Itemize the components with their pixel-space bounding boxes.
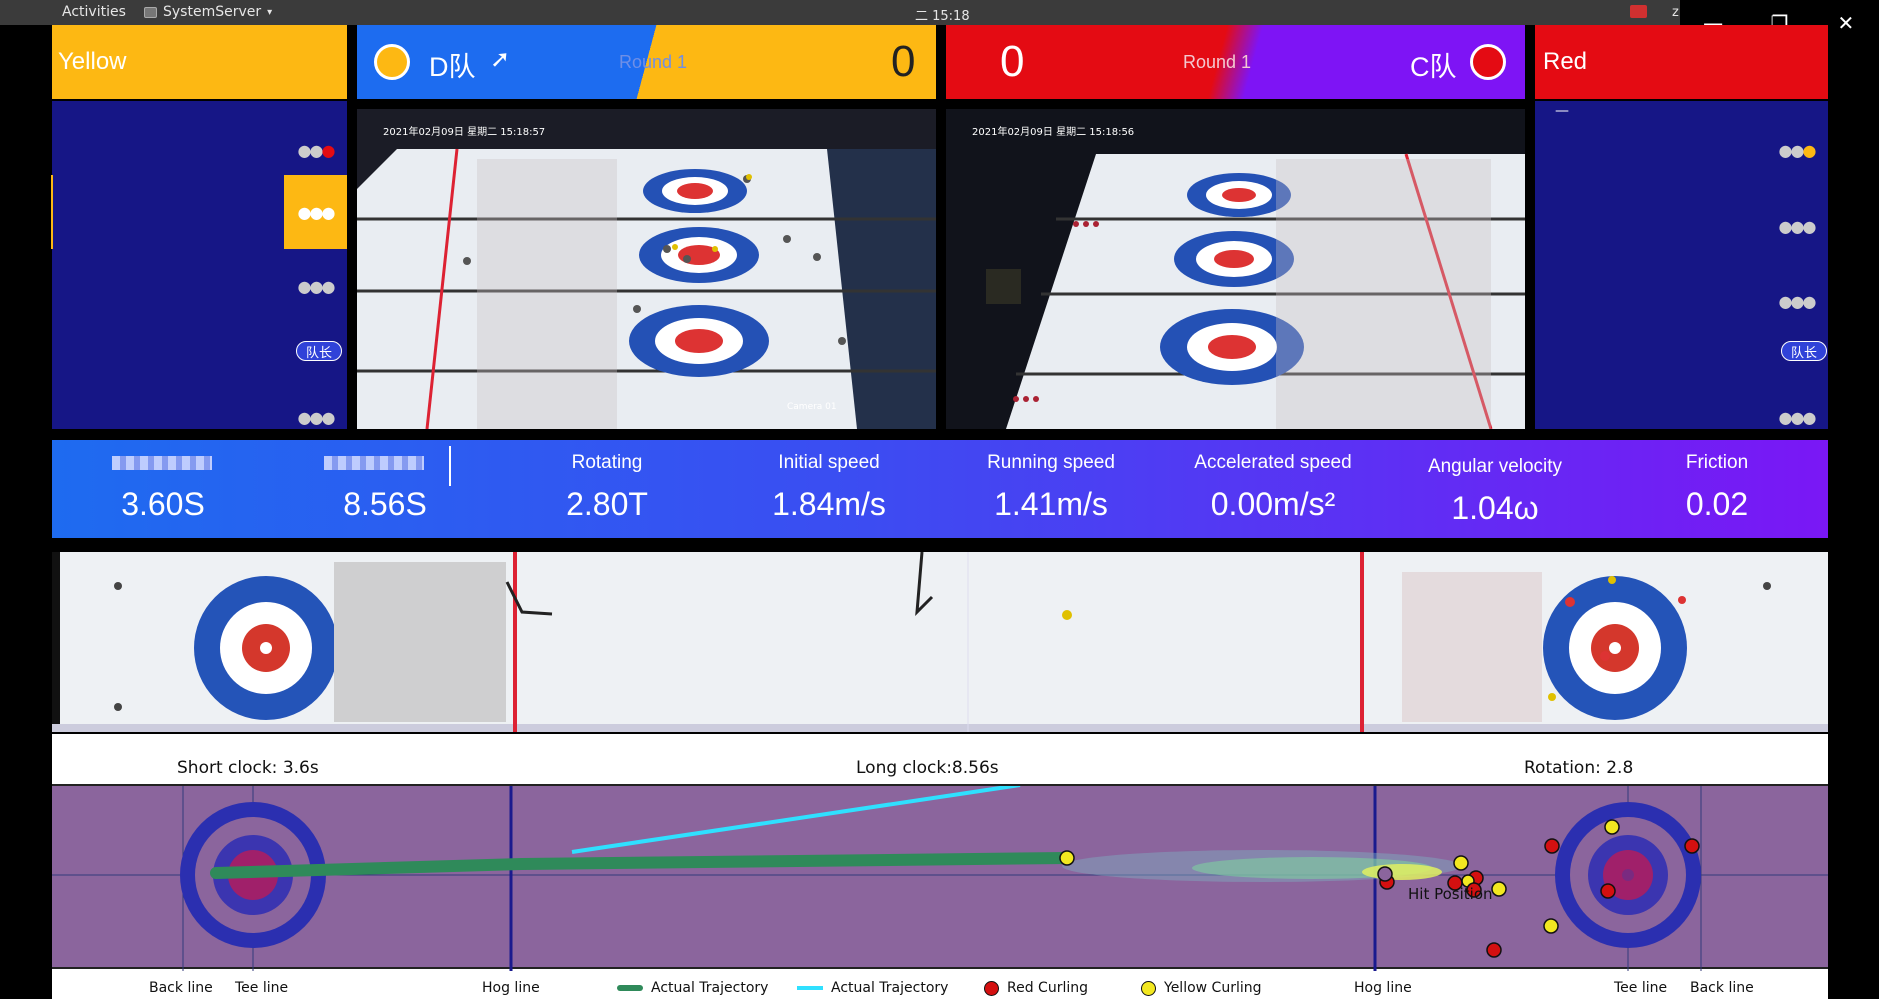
team-d-score: 0 — [891, 37, 916, 86]
red-stone-icon — [984, 980, 999, 996]
app-menu[interactable]: SystemServer ▾ — [144, 4, 272, 20]
actual-trajectory-green — [210, 852, 1073, 879]
long-clock-label: Long clock:8.56s — [856, 758, 999, 778]
system-top-bar: Activities SystemServer ▾ 二 15:18 z — [0, 0, 1879, 25]
stat-label: Rotating — [571, 452, 643, 473]
player-slot-4[interactable]: ●●● — [284, 337, 347, 437]
camera-view-2[interactable]: 2021年02月09日 星期二 15:18:56 — [946, 109, 1525, 429]
player-slot-3[interactable]: ●●● — [284, 249, 347, 323]
hog-line-right-label: Hog line — [1354, 980, 1412, 996]
house-1 — [1187, 173, 1291, 217]
shot-stats-bar: 3.60S 8.56S Rotating 2.80T Initial speed… — [52, 440, 1828, 538]
yellow-stone-icon — [374, 44, 410, 80]
legend-red: Red Curling — [984, 980, 1088, 996]
stat-value: 3.60S — [121, 486, 205, 522]
stat-value: 2.80T — [566, 486, 648, 522]
camera-1-image: Camera 01 — [357, 109, 936, 429]
hammer-icon: ➚ — [490, 46, 511, 73]
stat-value: 1.84m/s — [772, 486, 886, 522]
back-line-right-label: Back line — [1690, 980, 1754, 996]
player-slot-3[interactable]: ●●● — [1765, 264, 1828, 338]
legend-green-label: Actual Trajectory — [651, 980, 769, 996]
red-label: Red — [1543, 48, 1588, 75]
player-slot-2[interactable]: ●●● — [1765, 189, 1828, 263]
sheet-svg: Hit Position — [52, 783, 1828, 971]
activities-button[interactable]: Activities — [62, 4, 126, 20]
tray-text: z — [1672, 5, 1679, 20]
app-name: SystemServer — [163, 4, 262, 20]
house-right — [1543, 576, 1687, 720]
stat-value: 0.02 — [1685, 486, 1749, 522]
stat-label: Angular velocity — [1427, 456, 1563, 477]
player-marker: — — [1555, 103, 1569, 119]
red-stone-icon — [1470, 44, 1506, 80]
camera-1-caption: Camera 01 — [787, 402, 837, 412]
legend-cyan-label: Actual Trajectory — [831, 980, 949, 996]
yellow-label: Yellow — [58, 48, 127, 75]
panorama-image — [52, 552, 1828, 732]
camera-2-timestamp: 2021年02月09日 星期二 15:18:56 — [972, 127, 1135, 138]
stat-value: 8.56S — [343, 486, 427, 522]
blurred-label — [324, 456, 424, 470]
player-slot-2[interactable]: ●●● — [284, 175, 347, 249]
camera-2-image — [946, 109, 1525, 429]
house-right — [1555, 802, 1701, 948]
yellow-stone-icon — [1141, 980, 1156, 996]
team-d-name: D队 — [429, 52, 476, 82]
camera-view-1[interactable]: Camera 01 2021年02月09日 星期二 15:18:57 — [357, 109, 936, 429]
house-3 — [629, 305, 769, 377]
active-indicator — [51, 175, 53, 249]
app-window: Activities SystemServer ▾ 二 15:18 z — ❐ … — [0, 0, 1879, 999]
red-side-header: Red — [1535, 25, 1828, 99]
legend-red-label: Red Curling — [1007, 980, 1088, 996]
stat-label: Friction — [1685, 452, 1749, 473]
prediction-heatmap — [1062, 850, 1462, 882]
trajectory-plot: Short clock: 3.6s Long clock:8.56s Rotat… — [52, 734, 1828, 999]
team-c-round: Round 1 — [1183, 52, 1252, 72]
tee-line-left-label: Tee line — [235, 980, 289, 996]
camera-1-timestamp: 2021年02月09日 星期二 15:18:57 — [383, 127, 546, 138]
legend-cyan: Actual Trajectory — [797, 980, 948, 996]
house-left — [194, 576, 338, 720]
app-icon — [144, 6, 157, 18]
rotation-label: Rotation: 2.8 — [1524, 758, 1634, 778]
team-c-scoreboard: 0 Round 1 C队 — [946, 25, 1525, 99]
stat-label: Accelerated speed — [1194, 452, 1352, 473]
team-d-round: Round 1 — [619, 52, 688, 72]
stat-value: 1.41m/s — [994, 486, 1108, 522]
cyan-line-icon — [797, 986, 823, 990]
system-clock[interactable]: 二 15:18 — [915, 5, 970, 24]
green-line-icon — [617, 985, 643, 991]
house-1 — [643, 169, 747, 213]
legend-yellow-label: Yellow Curling — [1164, 980, 1262, 996]
stat-value: 1.04ω — [1451, 490, 1539, 526]
stat-label: Initial speed — [778, 452, 880, 473]
back-line-left-label: Back line — [149, 980, 213, 996]
stats-divider — [449, 446, 451, 486]
blurred-label — [112, 456, 212, 470]
player-slot-4[interactable]: ●●● — [1765, 337, 1828, 437]
camera-recording-icon[interactable] — [1630, 5, 1647, 18]
player-slot-1[interactable]: ●● ● — [1765, 113, 1828, 187]
house-2 — [639, 227, 759, 283]
yellow-side-header: Yellow — [52, 25, 347, 99]
tee-line-right-label: Tee line — [1614, 980, 1668, 996]
short-clock-label: Short clock: 3.6s — [177, 758, 319, 778]
legend-green: Actual Trajectory — [617, 980, 768, 996]
stat-value: 0.00m/s² — [1210, 486, 1336, 522]
hog-line-left-label: Hog line — [482, 980, 540, 996]
stat-label: Running speed — [987, 452, 1115, 473]
team-d-scoreboard: D队 ➚ Round 1 0 — [357, 25, 936, 99]
left-player-panel: ●● ● ●●● ●●● 队长 ●●● — [51, 101, 347, 429]
legend-yellow: Yellow Curling — [1141, 980, 1262, 996]
hit-position-label: Hit Position — [1408, 885, 1493, 903]
right-player-panel: — ●● ● ●●● ●●● 队长 ●●● — [1535, 101, 1828, 429]
team-c-score: 0 — [1000, 37, 1025, 86]
curling-sheet-diagram: Hit Position — [52, 783, 1828, 971]
sheet-panorama[interactable] — [52, 552, 1828, 732]
actual-trajectory-cyan — [571, 783, 1021, 854]
team-c-name: C队 — [1410, 52, 1457, 82]
chevron-down-icon: ▾ — [267, 6, 273, 18]
